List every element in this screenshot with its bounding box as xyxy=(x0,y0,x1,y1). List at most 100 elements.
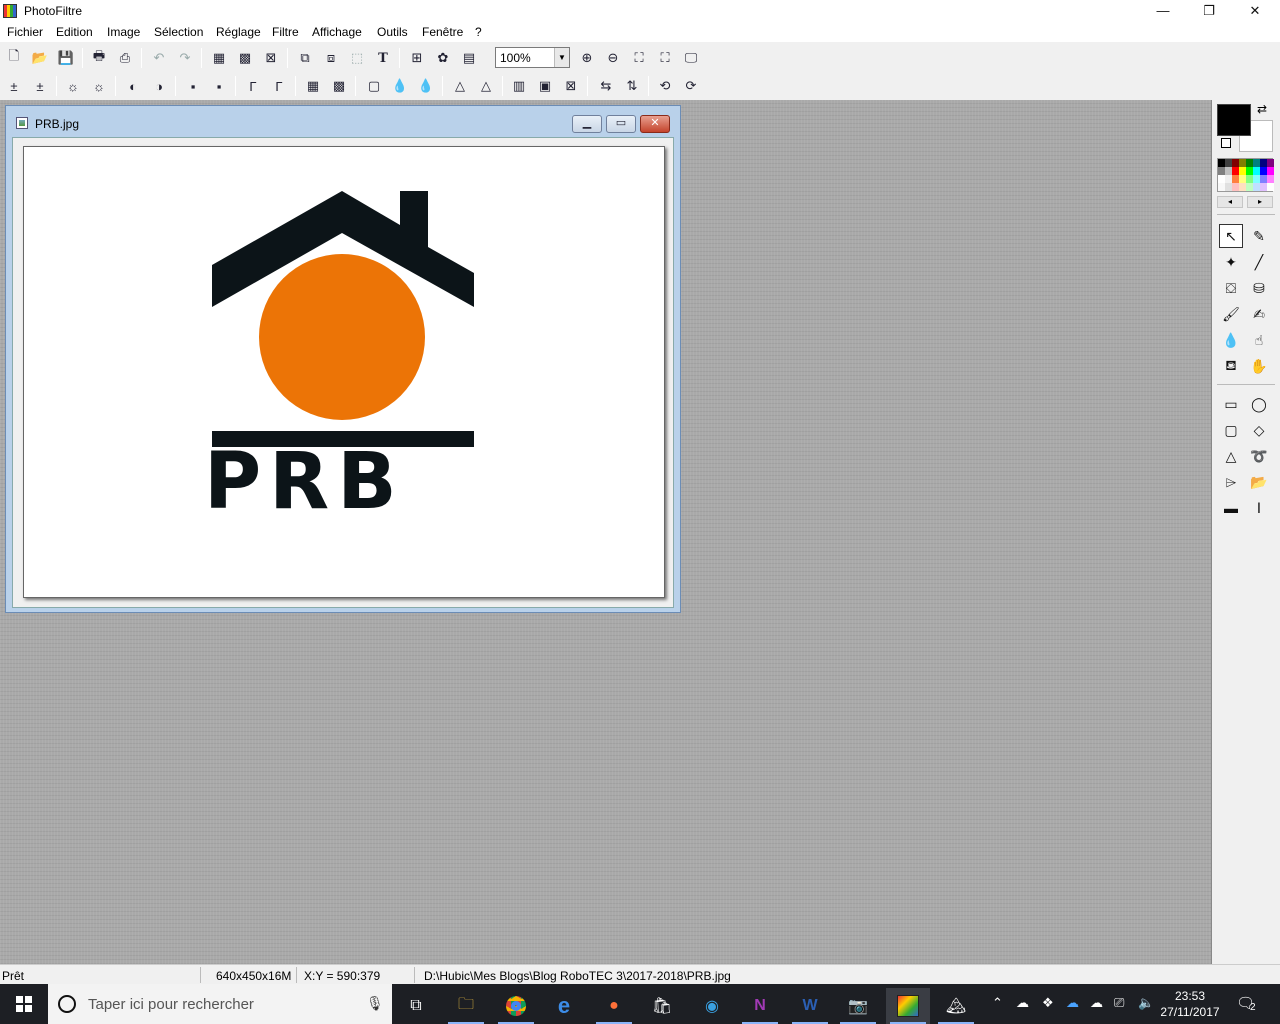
zoom-select[interactable]: 100% ▼ xyxy=(495,47,570,68)
onedrive-icon[interactable]: ☁ xyxy=(1066,995,1079,1011)
dropbox-icon[interactable]: ❖ xyxy=(1042,995,1054,1011)
grayscale-icon[interactable]: ▦ xyxy=(209,48,229,68)
actual-size-icon[interactable]: ⛶ xyxy=(629,48,649,68)
palette-swatch[interactable] xyxy=(1232,167,1239,175)
blur-drop-icon[interactable]: 💧 xyxy=(1219,328,1243,352)
scan-icon[interactable]: ⎙ xyxy=(115,48,135,68)
cloud-upload-icon[interactable]: ☁ xyxy=(1016,995,1029,1011)
foreground-color-swatch[interactable] xyxy=(1217,104,1251,136)
gamma-minus-icon[interactable]: Γ xyxy=(243,76,263,96)
color-image-icon[interactable]: ▩ xyxy=(235,48,255,68)
palette-swatch[interactable] xyxy=(1239,167,1246,175)
brightness-minus-icon[interactable]: ☼ xyxy=(63,76,83,96)
auto-contrast-icon[interactable]: ± xyxy=(30,76,50,96)
chrome-icon[interactable] xyxy=(494,988,538,1024)
taskbar-clock[interactable]: 23:53 27/11/2017 xyxy=(1160,988,1220,1020)
volume-icon[interactable]: 🔈 xyxy=(1138,995,1154,1011)
menu-filtre[interactable]: Filtre xyxy=(272,25,299,39)
image-size-icon[interactable]: ⧉ xyxy=(295,48,315,68)
palette-swatch[interactable] xyxy=(1239,183,1246,191)
file-explorer-icon[interactable]: 🗀 xyxy=(444,988,488,1024)
onenote-icon[interactable]: N xyxy=(738,988,782,1024)
brightness-plus-icon[interactable]: ☼ xyxy=(89,76,109,96)
crop-icon[interactable]: ⬚ xyxy=(347,48,367,68)
lasso-icon[interactable]: ➰ xyxy=(1247,444,1271,468)
rotate-left-icon[interactable]: ⟲ xyxy=(655,76,675,96)
fit-window-icon[interactable]: ⛶ xyxy=(655,48,675,68)
menu-help[interactable]: ? xyxy=(475,25,482,39)
store-icon[interactable]: 🛍 xyxy=(640,988,684,1024)
eyedropper-icon[interactable]: ✎ xyxy=(1247,224,1271,248)
select-all-icon[interactable]: ▬ xyxy=(1219,496,1243,520)
ellipse-shape-icon[interactable]: ◯ xyxy=(1247,392,1271,416)
palette-swatch[interactable] xyxy=(1232,183,1239,191)
text-tool-icon[interactable]: T xyxy=(373,48,393,68)
sharpen-drop-icon[interactable]: 💧 xyxy=(416,76,436,96)
edge-icon[interactable]: e xyxy=(542,988,586,1024)
canvas-size-icon[interactable]: ⧈ xyxy=(321,48,341,68)
gradient-icon[interactable]: ▥ xyxy=(509,76,529,96)
explorer-icon[interactable]: ⊞ xyxy=(407,48,427,68)
palette-swatch[interactable] xyxy=(1246,175,1253,183)
flip-vertical-icon[interactable]: ⇅ xyxy=(622,76,642,96)
document-maximize-button[interactable]: ▭ xyxy=(606,115,636,133)
photofiltre-task-icon[interactable] xyxy=(886,988,930,1024)
grid-filter-icon[interactable]: ▦ xyxy=(303,76,323,96)
photos-app-icon[interactable]: 🏔 xyxy=(934,988,978,1024)
open-shape-icon[interactable]: 📂 xyxy=(1247,470,1271,494)
palette-swatch[interactable] xyxy=(1246,167,1253,175)
transparency-icon[interactable]: ⊠ xyxy=(261,48,281,68)
palette-swatch[interactable] xyxy=(1246,159,1253,167)
palette-swatch[interactable] xyxy=(1267,167,1274,175)
invert-selection-icon[interactable]: Ⅰ xyxy=(1247,496,1271,520)
rectangle-shape-icon[interactable]: ▭ xyxy=(1219,392,1243,416)
palette-prev-button[interactable]: ◂ xyxy=(1217,196,1243,208)
fill-bucket-icon[interactable]: ⛋ xyxy=(1219,276,1243,300)
palette-swatch[interactable] xyxy=(1253,159,1260,167)
save-icon[interactable]: 💾 xyxy=(56,48,76,68)
contrast-plus-icon[interactable]: ◑ xyxy=(149,76,169,96)
restore-button[interactable]: ❐ xyxy=(1186,0,1232,23)
sharpen-icon[interactable]: △ xyxy=(450,76,470,96)
close-button[interactable]: ✕ xyxy=(1232,0,1278,23)
plugins-icon[interactable]: ✿ xyxy=(433,48,453,68)
advanced-brush-icon[interactable]: ✍ xyxy=(1247,302,1271,326)
menu-affichage[interactable]: Affichage xyxy=(312,25,362,39)
camera-app-icon[interactable]: 📷 xyxy=(836,988,880,1024)
document-minimize-button[interactable]: ▁ xyxy=(572,115,602,133)
menu-fichier[interactable]: Fichier xyxy=(7,25,43,39)
soften-icon[interactable]: 💧 xyxy=(390,76,410,96)
menu-fenetre[interactable]: Fenêtre xyxy=(422,25,463,39)
palette-swatch[interactable] xyxy=(1253,167,1260,175)
contrast-minus-icon[interactable]: ◐ xyxy=(123,76,143,96)
palette-swatch[interactable] xyxy=(1260,175,1267,183)
palette-swatch[interactable] xyxy=(1267,183,1274,191)
hand-icon[interactable]: ✋ xyxy=(1247,354,1271,378)
diamond-shape-icon[interactable]: ◇ xyxy=(1247,418,1271,442)
auto-levels-icon[interactable]: ± xyxy=(4,76,24,96)
new-file-icon[interactable]: 🗋 xyxy=(4,48,24,68)
taskbar-search-box[interactable]: Taper ici pour rechercher 🎙 xyxy=(48,984,392,1024)
palette-swatch[interactable] xyxy=(1267,175,1274,183)
palette-swatch[interactable] xyxy=(1225,183,1232,191)
line-tool-icon[interactable]: ╱ xyxy=(1247,250,1271,274)
selection-tool-icon[interactable]: ↖ xyxy=(1219,224,1243,248)
rounded-rect-shape-icon[interactable]: ▢ xyxy=(1219,418,1243,442)
palette-swatch[interactable] xyxy=(1225,167,1232,175)
palette-swatch[interactable] xyxy=(1260,183,1267,191)
word-icon[interactable]: W xyxy=(788,988,832,1024)
palette-swatch[interactable] xyxy=(1260,167,1267,175)
open-folder-icon[interactable]: 📂 xyxy=(30,48,50,68)
undo-icon[interactable]: ↶ xyxy=(149,48,169,68)
flip-horizontal-icon[interactable]: ⇆ xyxy=(596,76,616,96)
frame-icon[interactable]: ▣ xyxy=(535,76,555,96)
smudge-icon[interactable]: ☝ xyxy=(1247,328,1271,352)
image-canvas[interactable]: PRB xyxy=(23,146,665,598)
minimize-button[interactable]: — xyxy=(1140,0,1186,23)
palette-swatch[interactable] xyxy=(1225,175,1232,183)
full-screen-icon[interactable]: 🖵 xyxy=(681,48,701,68)
document-close-button[interactable]: ✕ xyxy=(640,115,670,133)
menu-outils[interactable]: Outils xyxy=(377,25,408,39)
palette-swatch[interactable] xyxy=(1232,159,1239,167)
palette-swatch[interactable] xyxy=(1218,167,1225,175)
